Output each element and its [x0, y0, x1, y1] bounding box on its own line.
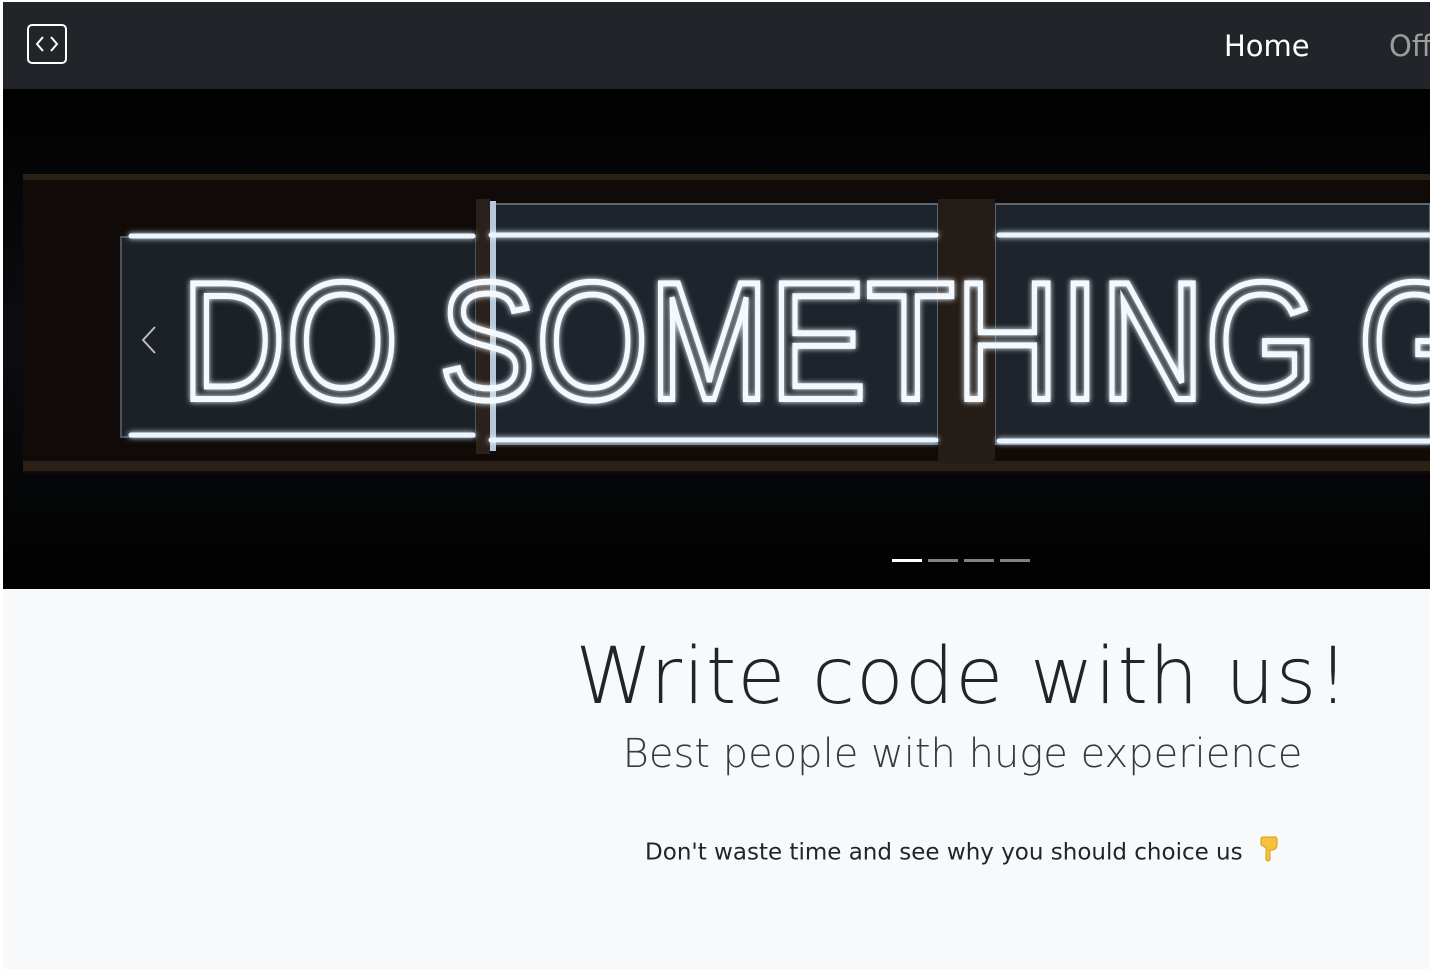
hero-cta-text: Don't waste time and see why you should … [645, 839, 1243, 866]
hero-title: Write code with us! [575, 632, 1350, 722]
pointing-down-hand-icon [1258, 834, 1280, 872]
carousel-indicator-4[interactable] [1000, 559, 1030, 562]
hero-cta: Don't waste time and see why you should … [3, 834, 1430, 872]
hero-carousel: DO SOMETHING G [3, 89, 1430, 589]
carousel-indicator-3[interactable] [964, 559, 994, 562]
hero-subtitle: Best people with huge experience [622, 731, 1303, 777]
navbar: Home Off [3, 2, 1430, 89]
neon-sign-text: DO SOMETHING G [181, 247, 1430, 435]
carousel-indicator-1[interactable] [892, 559, 922, 562]
carousel-indicators [892, 559, 1030, 562]
carousel-prev-button[interactable] [129, 315, 169, 365]
chevron-left-icon [141, 326, 156, 354]
nav-offers-link[interactable]: Off [1389, 24, 1430, 68]
carousel-indicator-2[interactable] [928, 559, 958, 562]
brand-logo[interactable] [27, 24, 67, 64]
code-brackets-icon [35, 36, 59, 52]
nav-home-link[interactable]: Home [1224, 24, 1310, 68]
page: Home Off DO SOMETHING G Write code with … [3, 2, 1430, 969]
neon-sign-image: DO SOMETHING G [3, 89, 1430, 589]
